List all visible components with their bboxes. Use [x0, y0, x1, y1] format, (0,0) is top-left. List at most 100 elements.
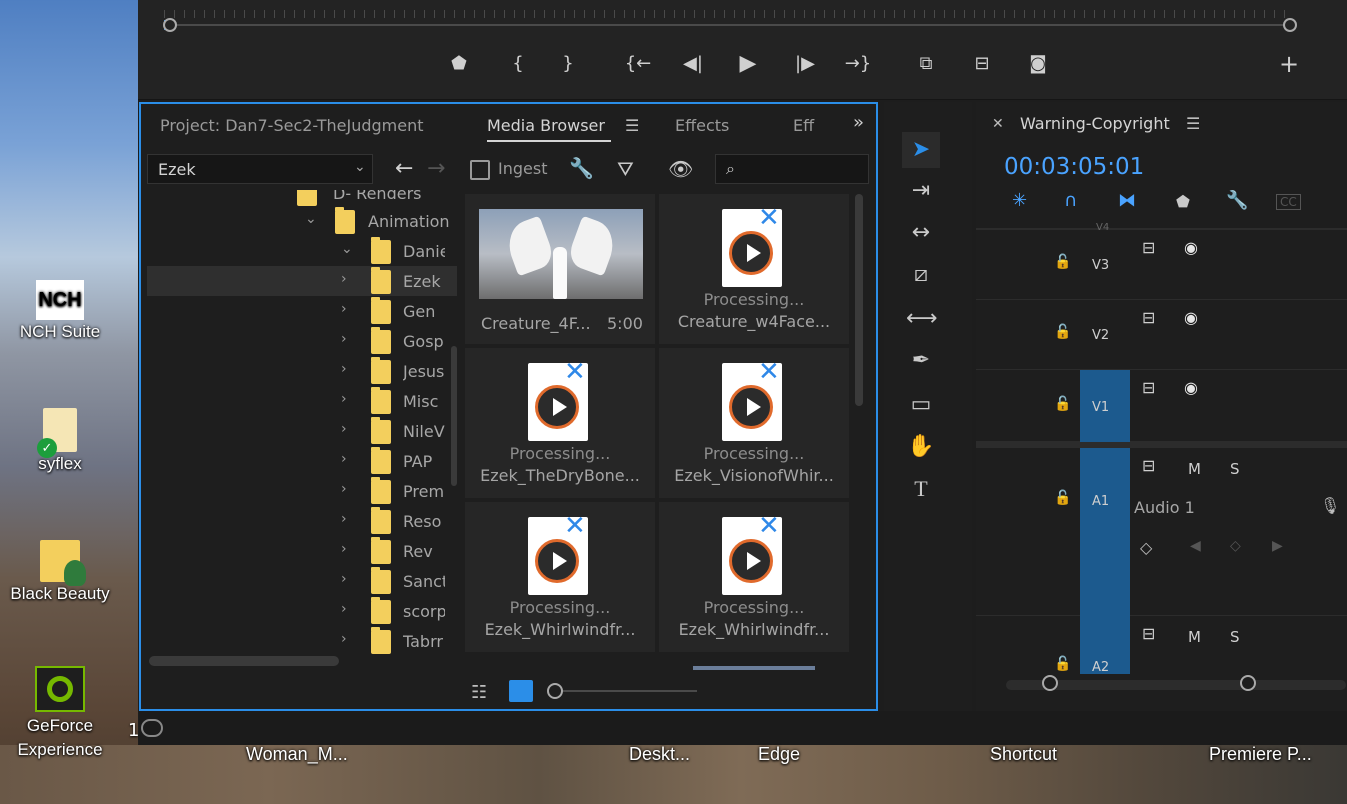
toggle-sync-lock-icon[interactable]: ⊟: [1142, 624, 1155, 643]
media-item[interactable]: ✕ Processing... Ezek_TheDryBone...: [465, 348, 655, 498]
step-forward-button[interactable]: |▶: [791, 50, 819, 78]
tree-item[interactable]: › Rev: [147, 536, 457, 566]
close-icon[interactable]: ✕: [992, 116, 1004, 132]
tree-item[interactable]: › Prem: [147, 476, 457, 506]
desktop-icon-nch-suite[interactable]: NCH NCH Suite: [0, 280, 120, 342]
go-to-out-button[interactable]: →}: [844, 50, 872, 78]
tree-item[interactable]: › Jesus: [147, 356, 457, 386]
scroll-handle-right[interactable]: [1240, 675, 1256, 691]
panel-menu-icon[interactable]: ☰: [1186, 114, 1200, 133]
desktop-icon-black-beauty[interactable]: Black Beauty: [0, 540, 120, 604]
tree-horizontal-scrollbar[interactable]: [149, 656, 339, 666]
solo-button[interactable]: S: [1230, 460, 1240, 478]
microphone-icon[interactable]: 🎙: [1320, 496, 1340, 515]
tree-item[interactable]: ⌄ Danie: [147, 236, 457, 266]
add-button[interactable]: +: [1275, 50, 1303, 78]
time-ruler[interactable]: [164, 4, 1294, 18]
pen-tool-icon[interactable]: ✒: [906, 346, 936, 376]
media-item[interactable]: ✕ Processing... Ezek_VisionofWhir...: [659, 348, 849, 498]
back-arrow-icon[interactable]: ←: [395, 156, 413, 181]
previous-keyframe-icon[interactable]: ◀: [1190, 538, 1201, 554]
toggle-sync-lock-icon[interactable]: ⊟: [1142, 308, 1155, 327]
tree-item-animation[interactable]: ⌄ Animation: [147, 206, 457, 236]
razor-tool-icon[interactable]: ⧄: [906, 260, 936, 290]
track-select-tool-icon[interactable]: ⇥: [906, 176, 936, 206]
linked-selection-icon[interactable]: ⧓: [1118, 190, 1136, 211]
thumbnail-size-slider[interactable]: [555, 690, 697, 692]
desktop-label-premiere[interactable]: Premiere P...: [1209, 744, 1312, 765]
chevron-right-icon[interactable]: ›: [341, 571, 347, 587]
scroll-handle-left[interactable]: [1042, 675, 1058, 691]
chevron-right-icon[interactable]: ›: [341, 541, 347, 557]
toggle-sync-lock-icon[interactable]: ⊟: [1142, 456, 1155, 475]
view-eye-icon[interactable]: 👁: [668, 157, 693, 181]
mute-button[interactable]: M: [1188, 460, 1201, 478]
tab-effects-partial[interactable]: Eff: [793, 116, 817, 135]
desktop-icon-syflex[interactable]: ✓ syflex: [0, 408, 120, 474]
chevron-right-icon[interactable]: ›: [341, 511, 347, 527]
tree-item[interactable]: › Ezek: [147, 266, 457, 296]
add-marker-icon[interactable]: ⬟: [1176, 192, 1190, 211]
sequence-tab[interactable]: Warning-Copyright: [1020, 114, 1170, 133]
solo-button[interactable]: S: [1230, 628, 1240, 646]
ripple-edit-tool-icon[interactable]: ↔: [906, 218, 936, 248]
timecode[interactable]: 00:03:05:01: [1004, 154, 1144, 180]
chevron-right-icon[interactable]: ›: [341, 391, 347, 407]
ingest-checkbox[interactable]: [470, 160, 490, 180]
selection-tool-icon[interactable]: ➤: [902, 132, 940, 168]
export-frame-camera-icon[interactable]: ◙: [1024, 50, 1052, 78]
add-keyframe-icon[interactable]: ◇: [1230, 538, 1241, 554]
media-item[interactable]: Creature_4F... 5:00: [465, 194, 655, 344]
hand-tool-icon[interactable]: ✋: [906, 432, 936, 462]
toggle-sync-lock-icon[interactable]: ⊟: [1142, 378, 1155, 397]
next-keyframe-icon[interactable]: ▶: [1272, 538, 1283, 554]
tree-item[interactable]: › Tabrr: [147, 626, 457, 656]
eye-icon[interactable]: ◉: [1184, 308, 1198, 327]
nest-icon[interactable]: ✳: [1012, 190, 1027, 211]
wrench-icon[interactable]: 🔧: [569, 156, 594, 180]
lock-icon[interactable]: 🔓: [1054, 656, 1071, 672]
chevron-right-icon[interactable]: ›: [341, 421, 347, 437]
desktop-icon-geforce[interactable]: GeForce Experience: [0, 666, 120, 762]
chevron-down-icon[interactable]: ⌄: [341, 241, 353, 257]
media-item[interactable]: ✕ Processing... Ezek_Whirlwindfr...: [659, 502, 849, 652]
icon-view-icon[interactable]: [509, 680, 533, 702]
media-scrollbar[interactable]: [855, 194, 863, 406]
snap-magnet-icon[interactable]: ∩: [1064, 190, 1077, 211]
lock-icon[interactable]: 🔓: [1054, 254, 1071, 270]
rectangle-tool-icon[interactable]: ▭: [906, 390, 936, 420]
chevron-right-icon[interactable]: ›: [341, 631, 347, 647]
panel-menu-icon[interactable]: ☰: [625, 116, 639, 135]
search-input[interactable]: ⌕: [715, 154, 869, 184]
desktop-label-shortcut[interactable]: Shortcut: [990, 744, 1057, 765]
toggle-sync-lock-icon[interactable]: ⊟: [1142, 238, 1155, 257]
zoom-handle-left[interactable]: [163, 18, 177, 32]
tree-item[interactable]: › Gen: [147, 296, 457, 326]
mute-button[interactable]: M: [1188, 628, 1201, 646]
slip-tool-icon[interactable]: ⟷: [906, 304, 938, 334]
media-item[interactable]: ✕ Processing... Creature_w4Face...: [659, 194, 849, 344]
captions-icon[interactable]: CC: [1276, 194, 1301, 210]
tab-media-browser[interactable]: Media Browser: [487, 116, 605, 135]
chevron-right-icon[interactable]: ›: [341, 301, 347, 317]
zoom-scrollbar[interactable]: [170, 24, 1290, 26]
desktop-label-desktop[interactable]: Deskt...: [629, 744, 690, 765]
tree-item[interactable]: › PAP: [147, 446, 457, 476]
desktop-label-woman[interactable]: Woman_M...: [246, 744, 348, 765]
insert-button[interactable]: ⧉: [912, 50, 940, 78]
eye-icon[interactable]: ◉: [1184, 378, 1198, 397]
chevron-right-icon[interactable]: ›: [341, 451, 347, 467]
tree-item[interactable]: › Sanct: [147, 566, 457, 596]
lock-icon[interactable]: 🔓: [1054, 490, 1071, 506]
chevron-right-icon[interactable]: ›: [341, 331, 347, 347]
thumbnail-size-handle[interactable]: [547, 683, 563, 699]
overflow-tabs-chevron-icon[interactable]: »: [853, 112, 864, 133]
chevron-right-icon[interactable]: ›: [341, 481, 347, 497]
timeline-settings-wrench-icon[interactable]: 🔧: [1226, 190, 1248, 211]
desktop-label-edge[interactable]: Edge: [758, 744, 800, 765]
step-back-button[interactable]: ◀|: [679, 50, 707, 78]
location-dropdown[interactable]: Ezek ⌄: [147, 154, 373, 184]
mark-in-button[interactable]: {: [504, 50, 532, 78]
mark-out-button[interactable]: }: [554, 50, 582, 78]
chevron-right-icon[interactable]: ›: [341, 361, 347, 377]
